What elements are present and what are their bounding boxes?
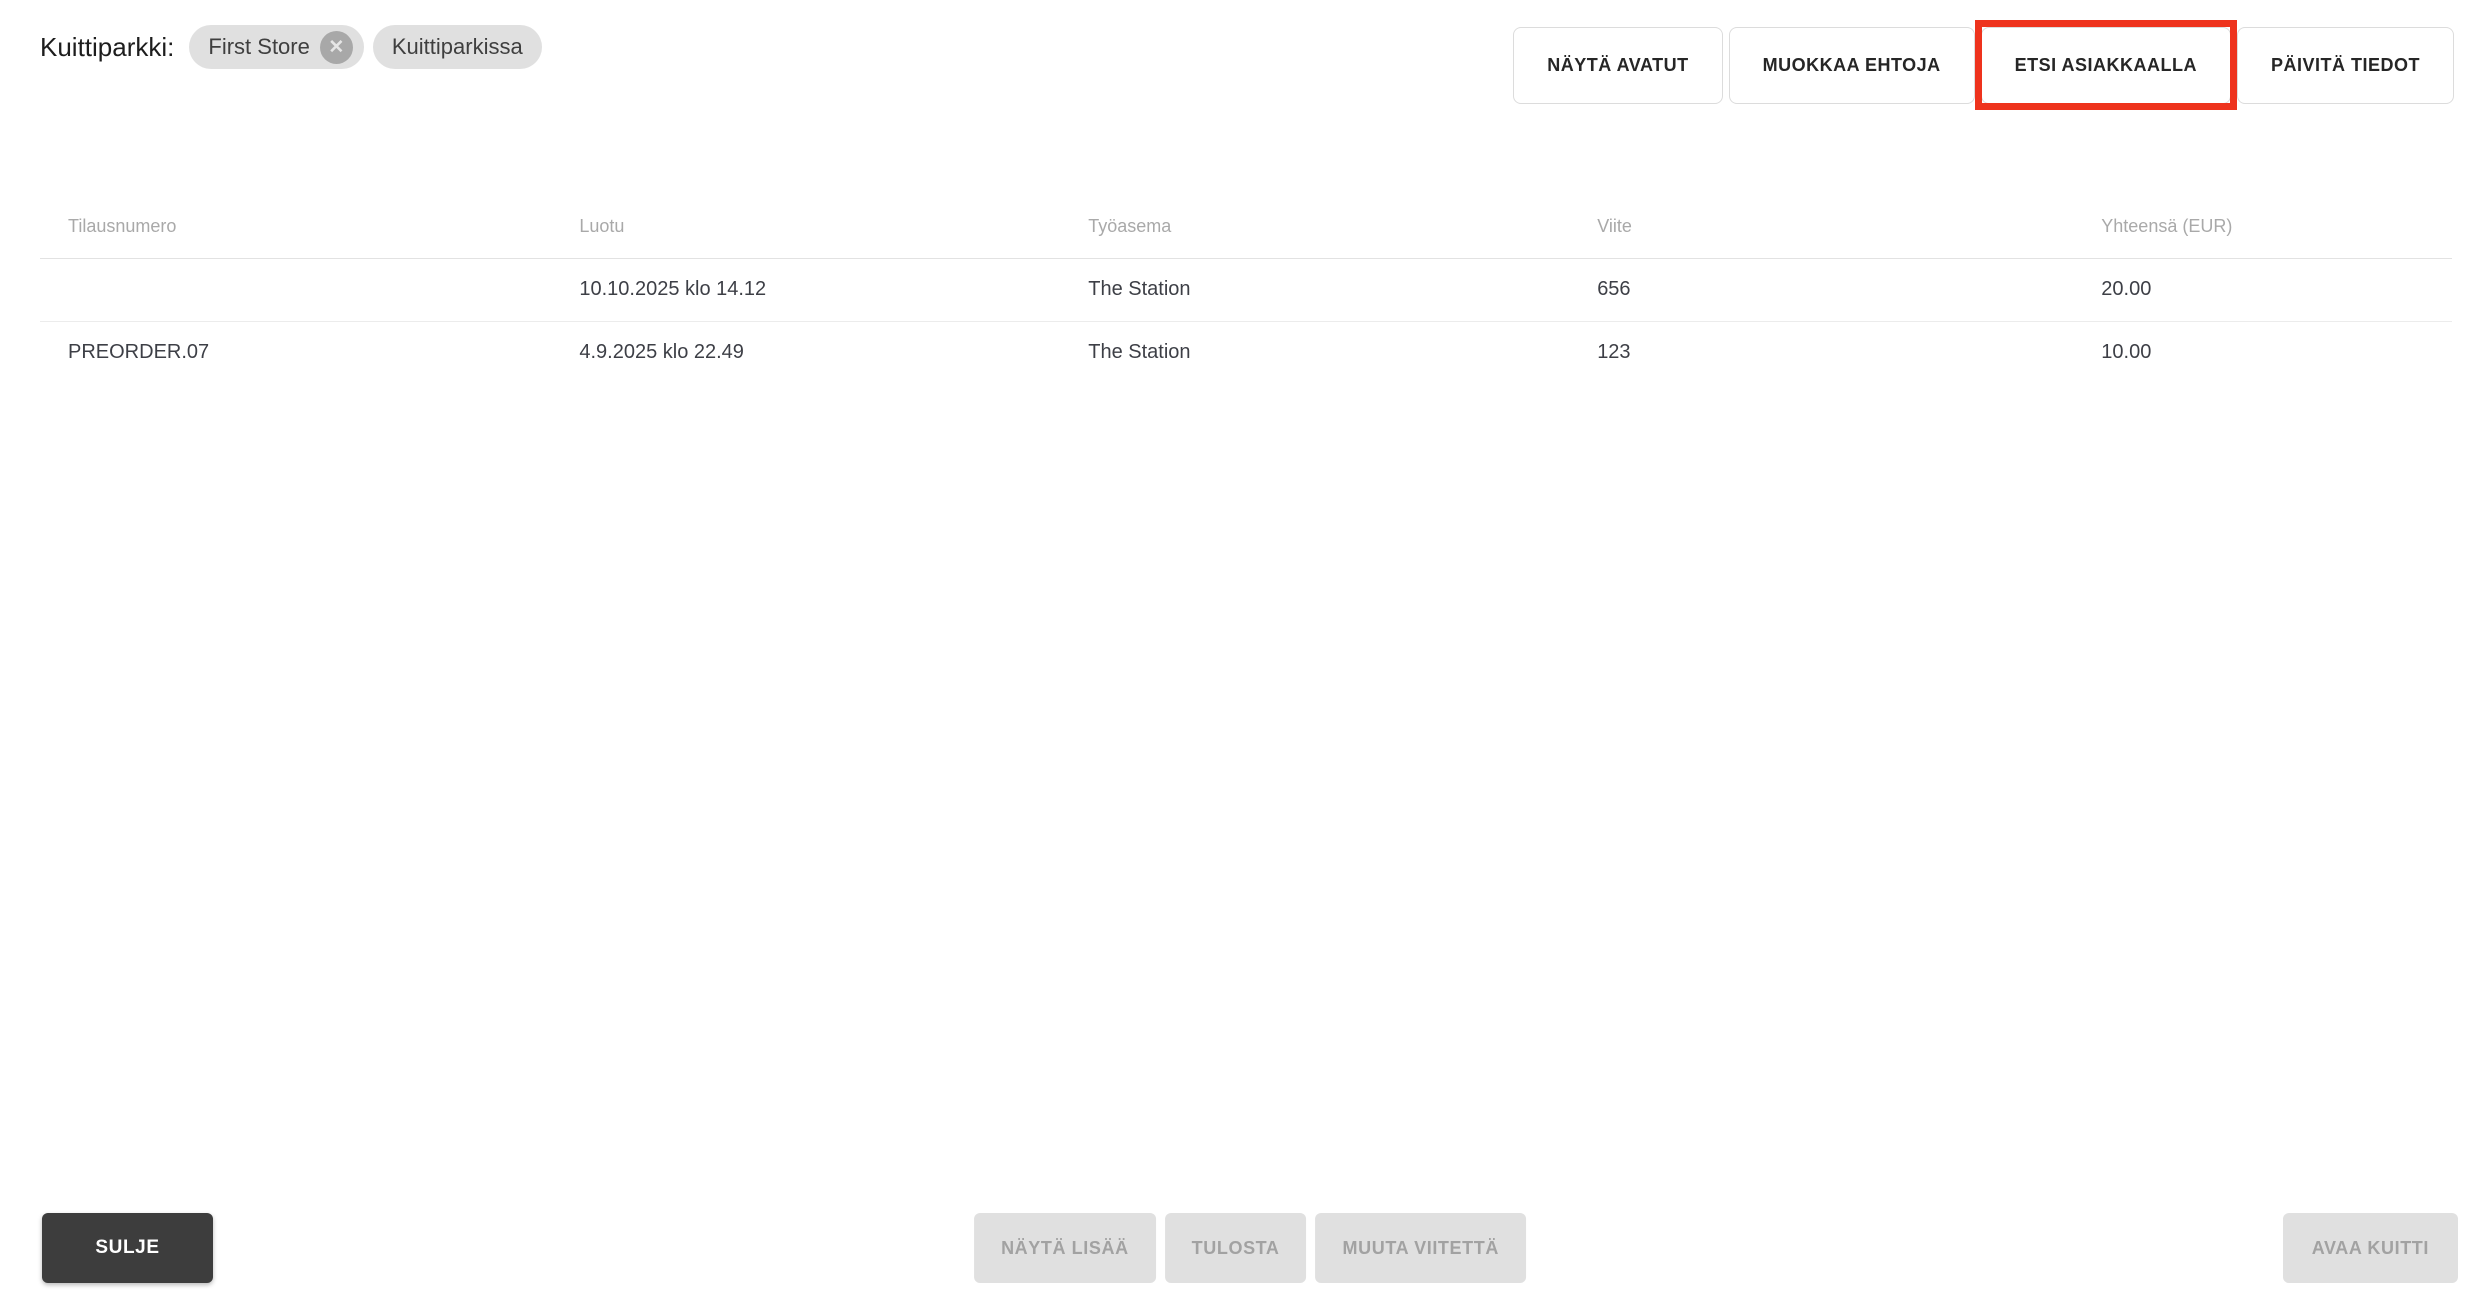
toolbar: NÄYTÄ AVATUT MUOKKAA EHTOJA ETSI ASIAKKA… (1513, 20, 2454, 110)
nayta-avatut-button[interactable]: NÄYTÄ AVATUT (1513, 27, 1723, 104)
column-header-tilausnumero: Tilausnumero (40, 196, 552, 259)
muokkaa-ehtoja-button[interactable]: MUOKKAA EHTOJA (1728, 27, 1975, 104)
cell-luotu: 10.10.2025 klo 14.12 (551, 258, 1061, 322)
cell-yhteensa: 20.00 (2073, 258, 2452, 322)
cell-viite: 123 (1597, 341, 1631, 364)
sulje-button[interactable]: SULJE (42, 1213, 213, 1283)
filter-bar: Kuittiparkki: First Store ✕ Kuittiparkis… (40, 25, 542, 69)
chip-first-store[interactable]: First Store ✕ (189, 25, 364, 69)
etsi-asiakkaalla-button[interactable]: ETSI ASIAKKAALLA (1980, 27, 2231, 104)
column-header-yhteensa: Yhteensä (EUR) (2073, 196, 2452, 259)
cell-tyoasema: The Station (1088, 341, 1191, 364)
cell-tilausnumero (40, 258, 552, 322)
cell-viite: 656 (1569, 258, 2074, 322)
cell-yhteensa: 10.00 (2101, 341, 2152, 364)
table-header-row: Tilausnumero Luotu Työasema Viite Yhteen… (40, 196, 2452, 259)
table-row[interactable]: 10.10.2025 klo 14.12 The Station 656 20.… (40, 258, 2452, 322)
avaa-kuitti-button[interactable]: AVAA KUITTI (2282, 1213, 2458, 1283)
cell-tilausnumero: PREORDER.07 (68, 341, 210, 364)
highlighted-button-wrap: ETSI ASIAKKAALLA (1974, 20, 2237, 110)
footer-center-buttons: NÄYTÄ LISÄÄ TULOSTA MUUTA VIITETTÄ (974, 1213, 1526, 1283)
column-header-viite: Viite (1569, 196, 2074, 259)
column-header-tyoasema: Työasema (1060, 196, 1570, 259)
chip-remove-icon[interactable]: ✕ (319, 30, 353, 64)
nayta-lisaa-button[interactable]: NÄYTÄ LISÄÄ (974, 1213, 1156, 1283)
chip-kuittiparkissa[interactable]: Kuittiparkissa (372, 25, 542, 69)
chip-label: First Store (208, 34, 310, 59)
paivita-tiedot-button[interactable]: PÄIVITÄ TIEDOT (2236, 27, 2454, 104)
cell-tyoasema: The Station (1060, 258, 1570, 322)
footer-bar: SULJE NÄYTÄ LISÄÄ TULOSTA MUUTA VIITETTÄ… (42, 1213, 2458, 1283)
tulosta-button[interactable]: TULOSTA (1164, 1213, 1307, 1283)
kuittiparkki-label: Kuittiparkki: (40, 31, 175, 62)
cell-luotu: 4.9.2025 klo 22.49 (579, 341, 744, 364)
filter-chips: First Store ✕ Kuittiparkissa (189, 25, 542, 69)
muuta-viitetta-button[interactable]: MUUTA VIITETTÄ (1315, 1213, 1526, 1283)
orders-table: Tilausnumero Luotu Työasema Viite Yhteen… (40, 196, 2452, 384)
table-row[interactable]: PREORDER.07 4.9.2025 klo 22.49 The Stati… (40, 321, 2452, 384)
chip-label: Kuittiparkissa (391, 34, 523, 59)
column-header-luotu: Luotu (551, 196, 1061, 259)
